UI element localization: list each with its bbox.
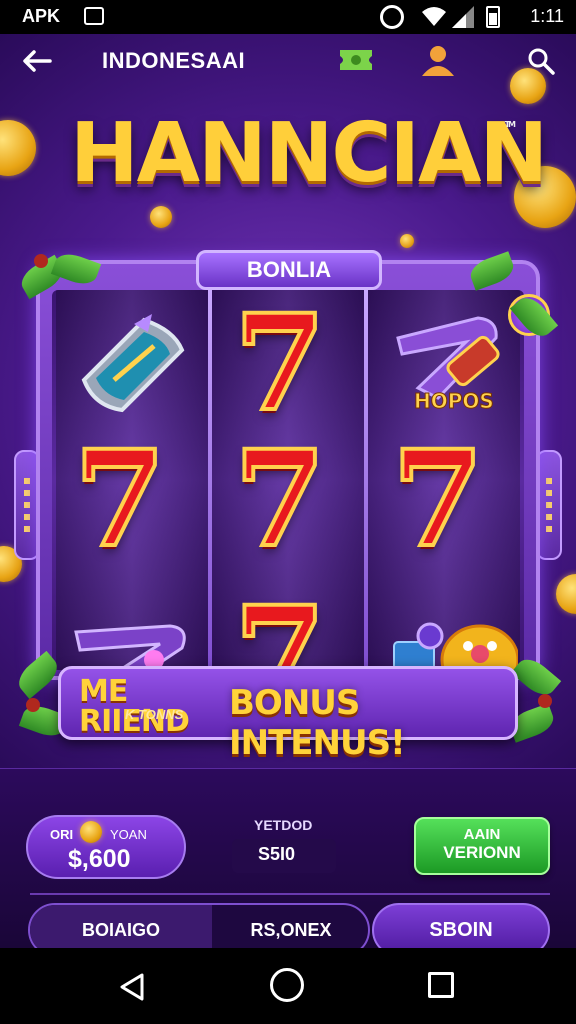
nav-recents-icon[interactable] <box>428 972 454 998</box>
panel-divider <box>30 893 550 895</box>
game-logo: HANNCIAN TM <box>70 106 548 216</box>
fruit-character-symbol <box>393 622 518 670</box>
seven-symbol: 7 <box>72 422 168 577</box>
segment-a-button[interactable]: BOIAIGO <box>30 905 212 948</box>
app-screen: INDONESAAI HANNCIAN TM 7 HOPOS 7 7 7 7 B… <box>0 34 576 948</box>
gem-shield-symbol <box>81 314 185 413</box>
banner-bonus-text: BONUS INTENUS! <box>229 683 406 763</box>
search-icon[interactable] <box>526 46 556 76</box>
balance-label-2: YOAN <box>110 827 147 842</box>
win-button-line2: VERIONN <box>443 843 521 862</box>
ticket-icon[interactable] <box>338 44 374 76</box>
battery-icon <box>486 6 500 28</box>
nav-home-icon[interactable] <box>270 968 304 1002</box>
balance-label: ORI <box>50 827 74 842</box>
signal-icon <box>452 6 474 28</box>
seven-symbol: 7 <box>232 422 328 577</box>
reel-divider <box>208 290 212 670</box>
seven-symbol: 7 <box>232 578 328 671</box>
period-display: YETDOD S5I0 <box>230 817 340 877</box>
berry-decoration <box>34 254 48 268</box>
win-version-button[interactable]: AAIN VERIONN <box>414 817 550 875</box>
alarm-icon <box>380 5 404 29</box>
balance-pill[interactable]: ORI YOAN $,600 <box>26 815 186 879</box>
segmented-control: BOIAIGO RS,ONEX <box>28 903 370 948</box>
app-header: INDONESAAI <box>0 34 576 88</box>
seven-symbol: 7 <box>232 290 328 441</box>
control-panel: ORI YOAN $,600 YETDOD S5I0 AAIN VERIONN … <box>0 768 576 948</box>
balance-value: $,600 <box>68 845 131 873</box>
magic-wand-symbol <box>74 624 186 670</box>
reel-divider <box>364 290 368 670</box>
period-label: YETDOD <box>254 817 313 833</box>
trademark-mark: TM <box>504 120 517 129</box>
wifi-icon <box>422 7 446 26</box>
coin-icon <box>80 821 102 843</box>
carrier-label: APK <box>22 6 61 26</box>
coin-decoration <box>556 574 576 614</box>
logo-text: HANNCIAN <box>70 106 548 201</box>
hopos-label: HOPOS <box>414 389 494 413</box>
spin-button[interactable]: SBOIN <box>372 903 550 948</box>
user-icon[interactable] <box>418 42 458 78</box>
rocket-symbol: HOPOS <box>396 316 500 414</box>
bonus-banner: ME RIIEND K TONNS BONUS INTENUS! <box>58 666 518 763</box>
segment-b-button[interactable]: RS,ONEX <box>212 905 368 948</box>
clock: 1:11 <box>530 6 564 26</box>
win-button-line1: AAIN <box>463 826 501 843</box>
coin-decoration <box>0 120 36 176</box>
page-title: INDONESAAI <box>102 48 246 73</box>
coin-decoration <box>400 234 414 248</box>
back-arrow-icon[interactable] <box>20 46 54 76</box>
reels-window: 7 HOPOS 7 7 7 7 <box>52 290 524 670</box>
nav-back-icon[interactable] <box>118 972 148 1002</box>
berry-decoration <box>538 694 552 708</box>
berry-decoration <box>26 698 40 712</box>
reel-plaque: BONLIA <box>196 250 382 290</box>
banner-left-line2: K TONNS <box>125 707 184 722</box>
period-value: S5I0 <box>258 844 296 864</box>
image-icon <box>84 7 104 25</box>
system-nav-bar <box>0 948 576 1024</box>
status-bar: APK 1:11 <box>0 0 576 34</box>
seven-symbol: 7 <box>390 422 486 577</box>
banner-left-text: ME RIIEND K TONNS <box>79 677 229 737</box>
